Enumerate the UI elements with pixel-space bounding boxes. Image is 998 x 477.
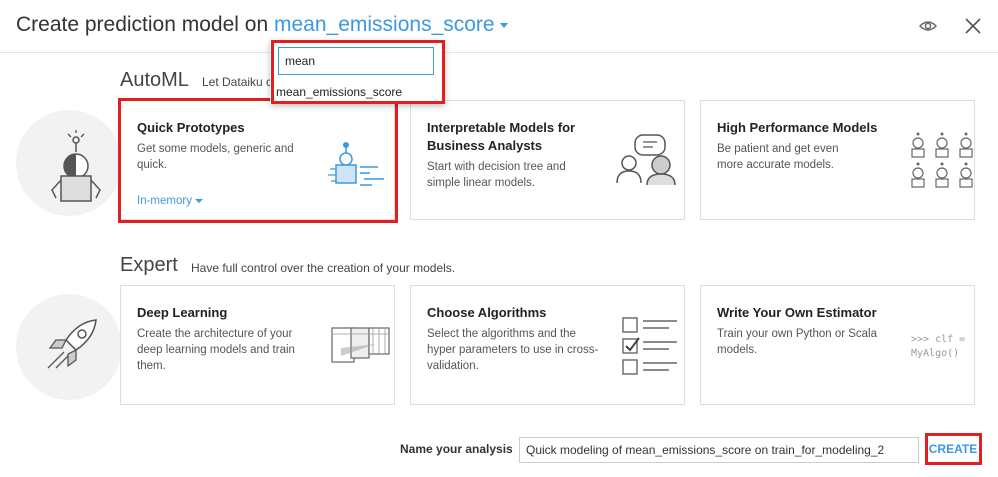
interpretable-models-card[interactable]: Interpretable Models for Business Analys… — [410, 100, 685, 220]
analysts-icon — [616, 134, 676, 186]
card-title: Write Your Own Estimator — [717, 305, 877, 320]
card-title: High Performance Models — [717, 120, 878, 135]
robot-fleet-icon — [911, 132, 973, 188]
rocket-icon — [47, 319, 97, 369]
card-title: Deep Learning — [137, 305, 228, 320]
title-prefix: Create prediction model on — [16, 13, 269, 36]
close-icon[interactable] — [963, 16, 983, 36]
code-line: MyAlgo() — [911, 348, 960, 359]
checklist-icon — [622, 317, 677, 375]
modal-title: Create prediction model on mean_emission… — [16, 13, 508, 37]
analysis-name-label: Name your analysis — [400, 442, 513, 456]
neural-layers-icon — [331, 327, 390, 363]
automl-title: AutoML — [120, 69, 189, 91]
eye-icon[interactable] — [918, 16, 938, 36]
deep-learning-card[interactable]: Deep Learning Create the architecture of… — [120, 285, 395, 405]
target-selector[interactable]: mean_emissions_score — [274, 13, 508, 36]
create-button-highlight — [925, 433, 982, 465]
automl-subtitle: Let Dataiku c — [202, 75, 273, 89]
quick-prototypes-highlight — [118, 98, 398, 223]
card-title: Interpretable Models for Business Analys… — [427, 120, 576, 153]
card-title: Choose Algorithms — [427, 305, 547, 320]
target-name: mean_emissions_score — [274, 13, 495, 36]
analysis-name-input[interactable] — [519, 437, 919, 463]
expert-subtitle: Have full control over the creation of y… — [191, 261, 456, 275]
card-description: Select the algorithms and the hyper para… — [427, 328, 599, 372]
choose-algorithms-card[interactable]: Choose Algorithms Select the algorithms … — [410, 285, 685, 405]
high-performance-card[interactable]: High Performance Models Be patient and g… — [700, 100, 975, 220]
card-description: Be patient and get even more accurate mo… — [717, 143, 839, 171]
card-description: Train your own Python or Scala models. — [717, 328, 878, 356]
target-dropdown-highlight — [271, 40, 445, 104]
card-description: Create the architecture of your deep lea… — [137, 328, 295, 372]
expert-illustration — [16, 294, 122, 400]
code-snippet: >>> clf = MyAlgo() — [911, 333, 965, 361]
custom-estimator-card[interactable]: Write Your Own Estimator Train your own … — [700, 285, 975, 405]
robot-icon — [51, 130, 101, 202]
code-line: >>> clf = — [911, 334, 966, 345]
chevron-down-icon — [499, 22, 508, 28]
expert-title: Expert — [120, 254, 178, 276]
automl-illustration — [16, 110, 122, 216]
card-description: Start with decision tree and simple line… — [427, 161, 566, 189]
